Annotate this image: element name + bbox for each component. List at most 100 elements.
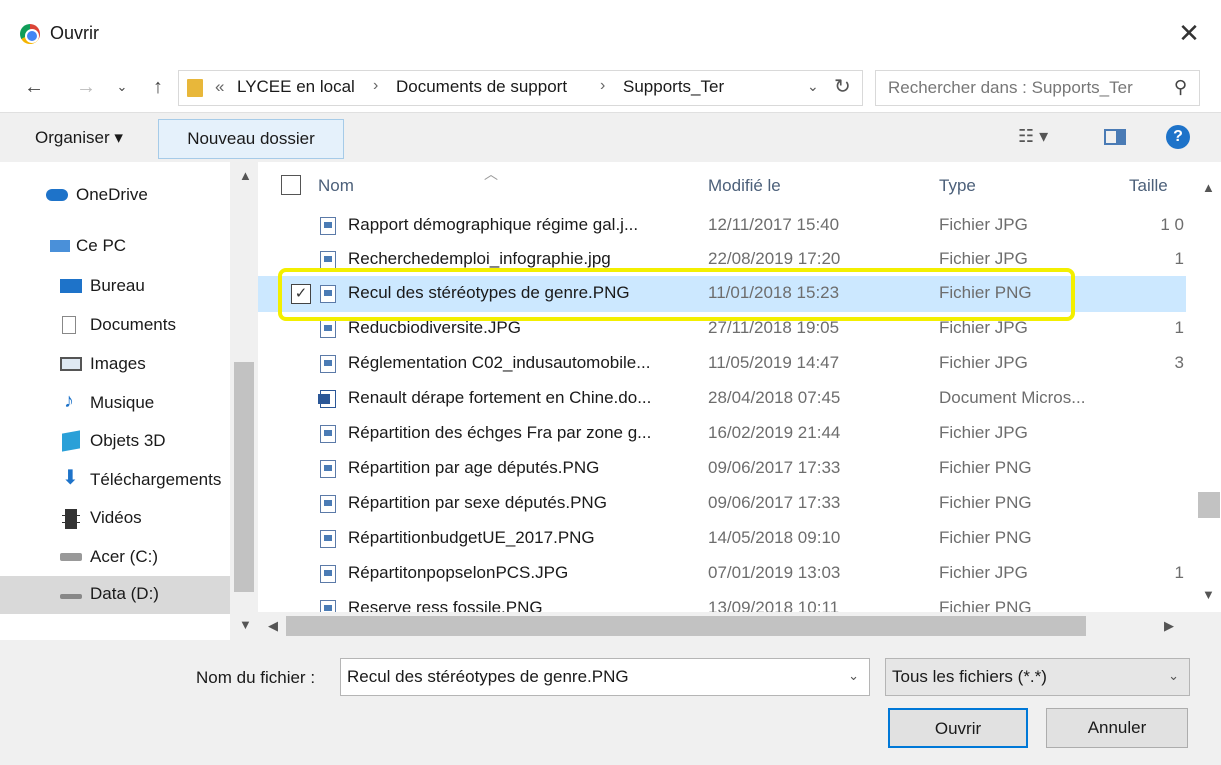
file-type: Document Micros... [939, 388, 1086, 407]
images-icon [60, 357, 82, 371]
file-size: 1 [1174, 563, 1184, 582]
file-list-vertical-scrollbar[interactable]: ▲ ▼ [1186, 162, 1221, 612]
folder-icon [187, 79, 203, 97]
view-options-icon[interactable]: ☷ ▾ [1018, 126, 1048, 147]
chevron-down-icon[interactable]: ⌄ [807, 78, 819, 95]
file-date: 12/11/2017 15:40 [708, 215, 840, 234]
sidebar-item-acer-c[interactable]: Acer (C:) [0, 539, 230, 577]
image-file-icon [320, 530, 336, 548]
scroll-up-icon[interactable]: ▲ [239, 168, 252, 183]
file-row[interactable]: Renault dérape fortement en Chine.do... … [258, 381, 1186, 417]
download-icon: ⬇ [62, 467, 79, 489]
new-folder-button[interactable]: Nouveau dossier [158, 119, 344, 159]
file-name: Rapport démographique régime gal.j... [348, 215, 639, 234]
sidebar-item-documents[interactable]: Documents [0, 307, 230, 345]
scroll-down-icon[interactable]: ▼ [239, 617, 252, 632]
file-name: Répartition des échges Fra par zone g... [348, 423, 652, 442]
file-row[interactable]: Répartition des échges Fra par zone g...… [258, 416, 1186, 452]
sidebar-item-videos[interactable]: Vidéos [0, 500, 230, 538]
breadcrumb-documents-support[interactable]: Documents de support [396, 77, 567, 97]
chevron-down-icon[interactable]: ⌄ [108, 72, 136, 102]
file-row[interactable]: RépartitionbudgetUE_2017.PNG 14/05/2018 … [258, 521, 1186, 557]
preview-pane-icon[interactable] [1104, 129, 1126, 145]
file-type-value: Tous les fichiers (*.*) [892, 667, 1047, 686]
scroll-down-icon[interactable]: ▼ [1202, 587, 1215, 602]
column-header-date[interactable]: Modifié le [708, 176, 781, 196]
sidebar-scroll-thumb[interactable] [234, 362, 254, 592]
search-icon[interactable]: ⚲ [1174, 77, 1187, 98]
sidebar-item-label: Ce PC [76, 236, 127, 255]
file-list-horizontal-scrollbar[interactable]: ◀ ▶ [258, 612, 1221, 640]
column-header-name[interactable]: Nom [318, 176, 354, 196]
image-file-icon [320, 320, 336, 338]
file-name: RépartitonpopselonPCS.JPG [348, 563, 569, 582]
file-type: Fichier PNG [939, 458, 1032, 477]
horizontal-scroll-thumb[interactable] [286, 616, 1086, 636]
up-arrow-icon[interactable]: ↑ [144, 72, 172, 102]
scroll-left-icon[interactable]: ◀ [268, 618, 278, 634]
file-type-select[interactable]: Tous les fichiers (*.*) ⌄ [885, 658, 1190, 696]
file-row[interactable]: Répartition par age députés.PNG 09/06/20… [258, 451, 1186, 487]
file-type: Fichier JPG [939, 215, 1028, 234]
close-button[interactable]: ✕ [1171, 16, 1207, 52]
sort-ascending-icon: ︿ [484, 166, 498, 182]
scroll-right-icon[interactable]: ▶ [1164, 618, 1174, 634]
breadcrumb-supports-ter[interactable]: Supports_Ter [623, 77, 724, 97]
column-header-type[interactable]: Type [939, 176, 976, 196]
desktop-icon [60, 279, 82, 293]
file-date: 09/06/2017 17:33 [708, 458, 841, 477]
sidebar-item-label: Téléchargements [90, 470, 222, 489]
sidebar-item-data-d[interactable]: Data (D:) [0, 576, 230, 614]
open-button[interactable]: Ouvrir [888, 708, 1028, 748]
forward-arrow-icon[interactable]: → [72, 72, 100, 102]
search-box[interactable]: Rechercher dans : Supports_Ter ⚲ [875, 70, 1200, 106]
file-row[interactable]: Reducbiodiversite.JPG 27/11/2018 19:05 F… [258, 311, 1186, 347]
refresh-icon[interactable]: ↻ [834, 74, 851, 99]
sidebar-item-bureau[interactable]: Bureau [0, 268, 230, 306]
file-date: 28/04/2018 07:45 [708, 388, 841, 407]
sidebar-item-objets-3d[interactable]: Objets 3D [0, 423, 230, 461]
cancel-button[interactable]: Annuler [1046, 708, 1188, 748]
breadcrumb-separator[interactable]: › [373, 77, 378, 95]
file-row[interactable]: Réglementation C02_indusautomobile... 11… [258, 346, 1186, 382]
back-arrow-icon[interactable]: ← [20, 72, 48, 102]
scroll-up-icon[interactable]: ▲ [1202, 180, 1215, 195]
help-button[interactable]: ? [1166, 125, 1190, 149]
file-date: 27/11/2018 19:05 [708, 318, 840, 337]
file-name: Reducbiodiversite.JPG [348, 318, 521, 337]
select-all-checkbox[interactable] [281, 175, 301, 195]
sidebar-item-onedrive[interactable]: OneDrive [0, 177, 230, 215]
file-row[interactable]: RépartitonpopselonPCS.JPG 07/01/2019 13:… [258, 556, 1186, 592]
filename-value[interactable]: Recul des stéréotypes de genre.PNG [347, 667, 629, 687]
sidebar-item-ce-pc[interactable]: Ce PC [0, 228, 230, 266]
column-header-size[interactable]: Taille [1129, 176, 1168, 196]
file-name: Répartition par sexe députés.PNG [348, 493, 607, 512]
file-row[interactable]: Répartition par sexe députés.PNG 09/06/2… [258, 486, 1186, 522]
file-name: Répartition par age députés.PNG [348, 458, 600, 477]
sidebar-scrollbar[interactable]: ▲ ▼ [230, 162, 258, 640]
breadcrumb-separator[interactable]: › [600, 77, 605, 95]
sidebar-item-telechargements[interactable]: ⬇ Téléchargements [0, 462, 230, 500]
file-row[interactable]: Rapport démographique régime gal.j... 12… [258, 208, 1186, 244]
address-bar[interactable]: « LYCEE en local › Documents de support … [178, 70, 863, 106]
sidebar-item-musique[interactable]: ♪ Musique [0, 385, 230, 423]
filename-field[interactable]: Recul des stéréotypes de genre.PNG ⌄ [340, 658, 870, 696]
breadcrumb-lycee[interactable]: LYCEE en local [237, 77, 355, 97]
file-type: Fichier JPG [939, 249, 1028, 268]
breadcrumb-overflow[interactable]: « [215, 77, 224, 97]
organise-menu[interactable]: Organiser ▾ [35, 128, 123, 148]
file-row[interactable]: Recherchedemploi_infographie.jpg 22/08/2… [258, 242, 1186, 278]
image-file-icon [320, 355, 336, 373]
sidebar-item-label: OneDrive [76, 185, 148, 204]
sidebar-item-label: Data (D:) [90, 584, 159, 603]
row-checkbox-checked[interactable]: ✓ [291, 284, 311, 304]
file-name: Réglementation C02_indusautomobile... [348, 353, 651, 372]
chevron-down-icon[interactable]: ⌄ [848, 668, 859, 684]
file-name: Recul des stéréotypes de genre.PNG [348, 283, 630, 302]
file-row-selected[interactable]: ✓ Recul des stéréotypes de genre.PNG 11/… [258, 276, 1186, 312]
file-date: 22/08/2019 17:20 [708, 249, 841, 268]
chevron-down-icon[interactable]: ⌄ [1168, 668, 1179, 684]
image-file-icon [320, 495, 336, 513]
file-list-scroll-thumb[interactable] [1198, 492, 1220, 518]
sidebar-item-images[interactable]: Images [0, 346, 230, 384]
